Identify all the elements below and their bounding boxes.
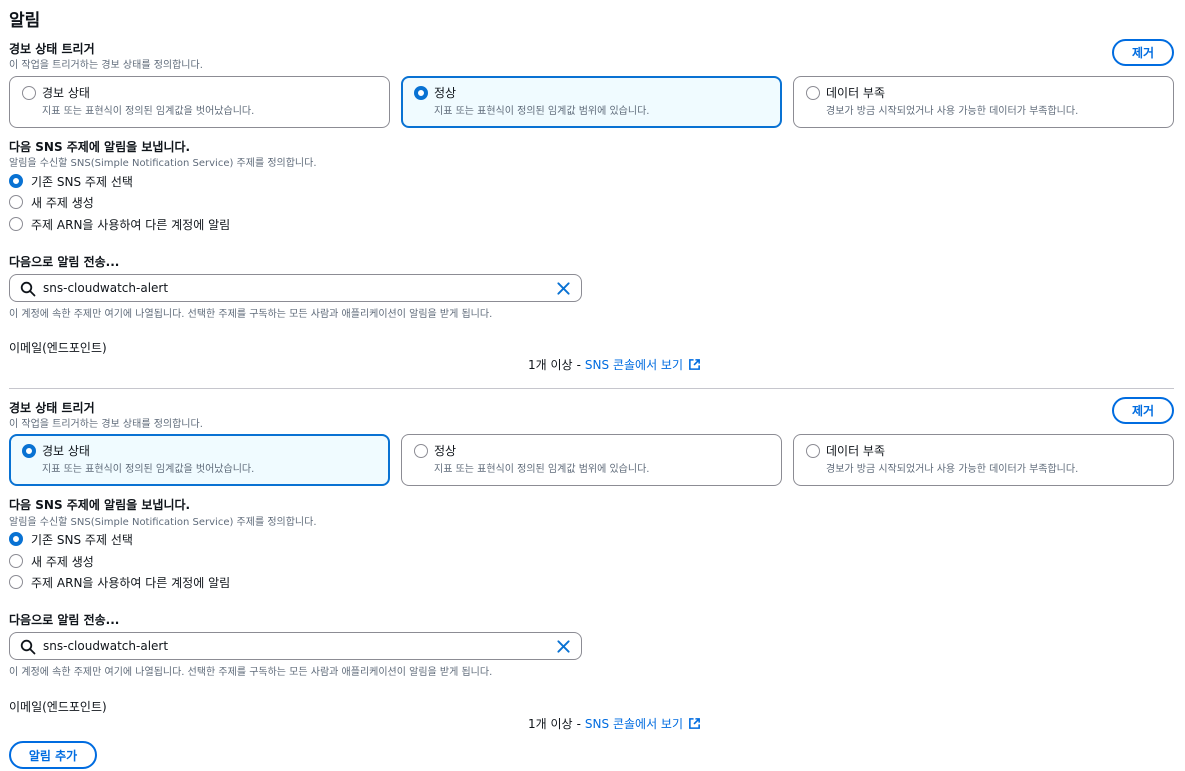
tile-title: 데이터 부족 (826, 444, 886, 458)
radio-checked-icon (9, 174, 23, 188)
sns-option-new[interactable]: 새 주제 생성 (9, 193, 94, 211)
trigger-label: 경보 상태 트리거 (9, 42, 95, 56)
topic-value: sns-cloudwatch-alert (43, 639, 169, 653)
state-tile-alarm[interactable]: 경보 상태 지표 또는 표현식이 정의된 임계값을 벗어났습니다. (9, 76, 390, 128)
option-label: 주제 ARN을 사용하여 다른 계정에 알림 (31, 575, 231, 590)
topic-select-input[interactable]: sns-cloudwatch-alert (9, 632, 582, 660)
endpoint-label: 이메일(엔드포인트) (9, 341, 107, 355)
radio-icon (806, 86, 820, 100)
tile-description: 경보가 방금 시작되었거나 사용 가능한 데이터가 부족합니다. (826, 464, 1079, 475)
endpoint-separator: - (576, 716, 581, 731)
radio-icon (806, 444, 820, 458)
state-tile-ok[interactable]: 정상 지표 또는 표현식이 정의된 임계값 범위에 있습니다. (401, 76, 782, 128)
sns-description: 알림을 수신할 SNS(Simple Notification Service)… (9, 517, 317, 528)
send-to-label: 다음으로 알림 전송... (9, 613, 120, 627)
option-label: 기존 SNS 주제 선택 (31, 532, 133, 547)
search-icon (20, 281, 36, 297)
sns-option-new[interactable]: 새 주제 생성 (9, 552, 94, 570)
trigger-description: 이 작업을 트리거하는 경보 상태를 정의합니다. (9, 60, 203, 71)
state-tile-alarm[interactable]: 경보 상태 지표 또는 표현식이 정의된 임계값을 벗어났습니다. (9, 434, 390, 486)
tile-description: 경보가 방금 시작되었거나 사용 가능한 데이터가 부족합니다. (826, 106, 1079, 117)
radio-icon (414, 444, 428, 458)
external-link-icon[interactable] (688, 717, 701, 730)
remove-button[interactable]: 제거 (1112, 39, 1174, 66)
endpoint-value: 1개 이상 - SNS 콘솔에서 보기 (528, 356, 701, 373)
sns-option-existing[interactable]: 기존 SNS 주제 선택 (9, 530, 133, 548)
option-label: 기존 SNS 주제 선택 (31, 174, 133, 189)
radio-icon (22, 86, 36, 100)
tile-description: 지표 또는 표현식이 정의된 임계값을 벗어났습니다. (42, 106, 255, 117)
tile-title: 경보 상태 (42, 86, 90, 100)
state-tile-insufficient-data[interactable]: 데이터 부족 경보가 방금 시작되었거나 사용 가능한 데이터가 부족합니다. (793, 434, 1174, 486)
sns-console-link[interactable]: SNS 콘솔에서 보기 (585, 715, 683, 732)
topic-value: sns-cloudwatch-alert (43, 281, 169, 295)
endpoint-label: 이메일(엔드포인트) (9, 700, 107, 714)
sns-label: 다음 SNS 주제에 알림을 보냅니다. (9, 498, 191, 512)
endpoint-separator: - (576, 357, 581, 372)
radio-icon (9, 217, 23, 231)
radio-icon (9, 195, 23, 209)
trigger-description: 이 작업을 트리거하는 경보 상태를 정의합니다. (9, 419, 203, 430)
state-tile-ok[interactable]: 정상 지표 또는 표현식이 정의된 임계값 범위에 있습니다. (401, 434, 782, 486)
tile-description: 지표 또는 표현식이 정의된 임계값 범위에 있습니다. (434, 464, 650, 475)
topic-constraint-text: 이 계정에 속한 주제만 여기에 나열됩니다. 선택한 주제를 구독하는 모든 … (9, 667, 493, 678)
external-link-icon[interactable] (688, 358, 701, 371)
radio-checked-icon (22, 444, 36, 458)
close-icon[interactable] (556, 639, 571, 654)
page-title: 알림 (9, 11, 41, 31)
close-icon[interactable] (556, 281, 571, 296)
tile-description: 지표 또는 표현식이 정의된 임계값을 벗어났습니다. (42, 464, 255, 475)
tile-description: 지표 또는 표현식이 정의된 임계값 범위에 있습니다. (434, 106, 650, 117)
tile-title: 경보 상태 (42, 444, 90, 458)
option-label: 새 주제 생성 (31, 554, 94, 569)
sns-option-arn[interactable]: 주제 ARN을 사용하여 다른 계정에 알림 (9, 573, 230, 591)
add-notification-button[interactable]: 알림 추가 (9, 741, 97, 769)
remove-button[interactable]: 제거 (1112, 397, 1174, 424)
endpoint-count: 1개 이상 (528, 717, 573, 731)
tile-title: 데이터 부족 (826, 86, 886, 100)
sns-option-arn[interactable]: 주제 ARN을 사용하여 다른 계정에 알림 (9, 215, 230, 233)
sns-label: 다음 SNS 주제에 알림을 보냅니다. (9, 140, 191, 154)
radio-icon (9, 575, 23, 589)
tile-title: 정상 (434, 444, 457, 458)
endpoint-count: 1개 이상 (528, 358, 573, 372)
section-divider (9, 388, 1174, 389)
option-label: 새 주제 생성 (31, 195, 94, 210)
radio-checked-icon (9, 532, 23, 546)
topic-select-input[interactable]: sns-cloudwatch-alert (9, 274, 582, 302)
tile-title: 정상 (434, 86, 457, 100)
radio-icon (9, 554, 23, 568)
sns-description: 알림을 수신할 SNS(Simple Notification Service)… (9, 158, 317, 169)
sns-option-existing[interactable]: 기존 SNS 주제 선택 (9, 172, 133, 190)
send-to-label: 다음으로 알림 전송... (9, 255, 120, 269)
topic-constraint-text: 이 계정에 속한 주제만 여기에 나열됩니다. 선택한 주제를 구독하는 모든 … (9, 309, 493, 320)
trigger-label: 경보 상태 트리거 (9, 401, 95, 415)
search-icon (20, 639, 36, 655)
sns-console-link[interactable]: SNS 콘솔에서 보기 (585, 356, 683, 373)
endpoint-value: 1개 이상 - SNS 콘솔에서 보기 (528, 715, 701, 732)
state-tile-insufficient-data[interactable]: 데이터 부족 경보가 방금 시작되었거나 사용 가능한 데이터가 부족합니다. (793, 76, 1174, 128)
option-label: 주제 ARN을 사용하여 다른 계정에 알림 (31, 217, 231, 232)
radio-checked-icon (414, 86, 428, 100)
